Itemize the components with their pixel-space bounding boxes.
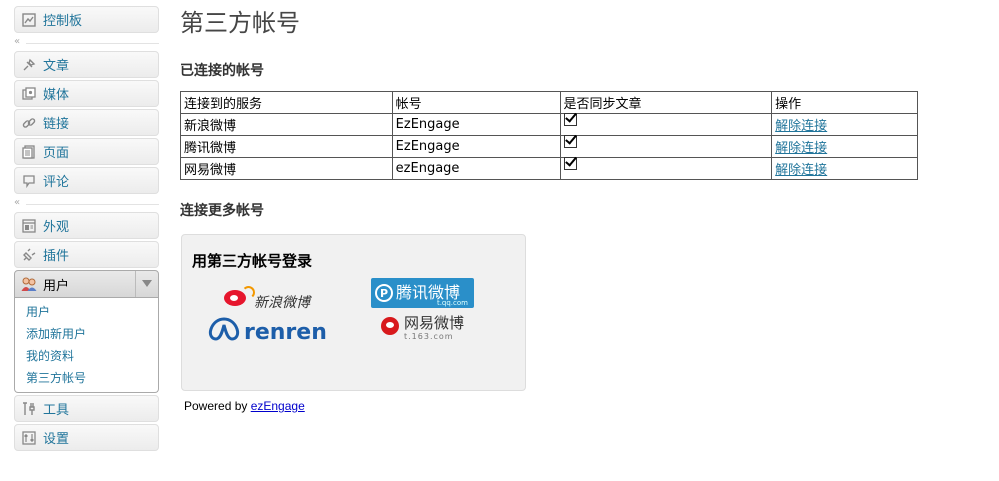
triangle-down-icon	[142, 280, 152, 287]
column-header: 操作	[771, 91, 918, 114]
link-icon	[21, 115, 37, 131]
renren-icon	[206, 317, 242, 347]
sidebar-item-label: 页面	[43, 146, 70, 161]
service-cell: 新浪微博	[180, 113, 393, 136]
connected-accounts-table: 连接到的服务 帐号 是否同步文章 操作 新浪微博 EzEngage 解除连接 腾…	[180, 91, 918, 180]
sidebar-item-pages[interactable]: 页面	[14, 138, 159, 165]
disconnect-link[interactable]: 解除连接	[775, 119, 827, 134]
sidebar-item-label: 设置	[43, 432, 70, 447]
appearance-icon	[21, 218, 37, 234]
pin-icon	[21, 57, 37, 73]
sidebar-item-posts[interactable]: 文章	[14, 51, 159, 78]
sidebar-item-appearance[interactable]: 外观	[14, 212, 159, 239]
account-cell: EzEngage	[391, 113, 561, 136]
renren-login-button[interactable]: renren	[206, 317, 327, 347]
sidebar-item-label: 控制板	[43, 14, 83, 29]
admin-sidebar: 控制板 « 文章 媒体 链接 页面 评论 « 外观 插件 用户 用户 添加新用户…	[14, 6, 159, 453]
connect-more-heading: 连接更多帐号	[180, 203, 264, 219]
login-panel: 用第三方帐号登录 新浪微博 P 腾讯微博 t.qq.com renren 网易微…	[181, 234, 526, 391]
tencent-weibo-icon: P	[375, 284, 393, 302]
sync-cell	[559, 135, 773, 158]
powered-by: Powered by ezEngage	[184, 399, 305, 413]
sidebar-item-label: 工具	[43, 403, 70, 418]
action-cell: 解除连接	[771, 135, 918, 158]
sidebar-item-dashboard[interactable]: 控制板	[14, 6, 159, 33]
tencent-weibo-login-button[interactable]: P 腾讯微博 t.qq.com	[371, 278, 474, 308]
netease-weibo-login-button[interactable]: 网易微博 t.163.com	[379, 315, 464, 341]
sync-checkbox[interactable]	[563, 157, 577, 170]
service-cell: 网易微博	[180, 157, 393, 180]
netease-weibo-label: 网易微博	[404, 314, 465, 332]
sync-checkbox[interactable]	[563, 113, 577, 126]
tencent-weibo-domain: t.qq.com	[436, 299, 468, 307]
sidebar-item-label: 用户	[43, 278, 70, 294]
comment-icon	[21, 173, 37, 189]
netease-weibo-domain: t.163.com	[404, 332, 454, 341]
submenu-item-third-party-accounts[interactable]: 第三方帐号	[15, 367, 158, 389]
third-party-login-widget: 用第三方帐号登录 新浪微博 P 腾讯微博 t.qq.com renren 网易微…	[180, 233, 529, 423]
netease-weibo-icon	[379, 315, 401, 341]
sidebar-item-label: 外观	[43, 220, 70, 235]
sync-cell	[559, 113, 773, 136]
table-row: 腾讯微博 EzEngage 解除连接	[180, 135, 918, 158]
main-content: 第三方帐号 已连接的帐号 连接到的服务 帐号 是否同步文章 操作 新浪微博 Ez…	[180, 0, 980, 423]
sidebar-item-plugins[interactable]: 插件	[14, 241, 159, 268]
connected-accounts-heading: 已连接的帐号	[180, 63, 264, 79]
sina-weibo-icon	[224, 286, 255, 308]
submenu-item-add-user[interactable]: 添加新用户	[15, 323, 158, 345]
tools-icon	[21, 401, 37, 417]
action-cell: 解除连接	[771, 113, 918, 136]
sina-weibo-label: 新浪微博	[254, 295, 310, 311]
dashboard-icon	[21, 12, 37, 28]
collapse-arrow-icon[interactable]: «	[14, 197, 20, 209]
column-header: 是否同步文章	[559, 91, 773, 114]
page-title: 第三方帐号	[180, 9, 300, 37]
plugin-icon	[21, 247, 37, 263]
account-cell: ezEngage	[391, 157, 561, 180]
sidebar-item-links[interactable]: 链接	[14, 109, 159, 136]
renren-label: renren	[244, 319, 327, 345]
account-cell: EzEngage	[391, 135, 561, 158]
disconnect-link[interactable]: 解除连接	[775, 163, 827, 178]
sidebar-item-label: 文章	[43, 59, 70, 74]
sidebar-item-label: 媒体	[43, 88, 70, 103]
action-cell: 解除连接	[771, 157, 918, 180]
sidebar-item-label: 评论	[43, 175, 70, 190]
sync-checkbox[interactable]	[563, 135, 577, 148]
table-header-row: 连接到的服务 帐号 是否同步文章 操作	[180, 91, 918, 114]
sina-weibo-login-button[interactable]: 新浪微博	[224, 282, 310, 312]
table-row: 网易微博 ezEngage 解除连接	[180, 157, 918, 180]
disconnect-link[interactable]: 解除连接	[775, 141, 827, 156]
menu-separator: «	[14, 196, 159, 210]
sidebar-item-comments[interactable]: 评论	[14, 167, 159, 194]
sidebar-item-label: 链接	[43, 117, 70, 132]
media-icon	[21, 86, 37, 102]
submenu-item-profile[interactable]: 我的资料	[15, 345, 158, 367]
sync-cell	[559, 157, 773, 180]
submenu-toggle[interactable]	[135, 271, 158, 297]
login-panel-title: 用第三方帐号登录	[192, 252, 313, 270]
ezengage-link[interactable]: ezEngage	[251, 399, 305, 413]
users-icon	[21, 276, 37, 292]
pages-icon	[21, 144, 37, 160]
sidebar-item-users[interactable]: 用户	[14, 270, 159, 298]
settings-icon	[21, 430, 37, 446]
sidebar-item-tools[interactable]: 工具	[14, 395, 159, 422]
collapse-arrow-icon[interactable]: «	[14, 36, 20, 48]
sidebar-item-media[interactable]: 媒体	[14, 80, 159, 107]
sidebar-item-label: 插件	[43, 249, 70, 264]
submenu-item-users[interactable]: 用户	[15, 301, 158, 323]
powered-by-text: Powered by	[184, 399, 251, 413]
column-header: 连接到的服务	[180, 91, 393, 114]
column-header: 帐号	[391, 91, 561, 114]
service-cell: 腾讯微博	[180, 135, 393, 158]
users-submenu: 用户 添加新用户 我的资料 第三方帐号	[14, 298, 159, 393]
table-row: 新浪微博 EzEngage 解除连接	[180, 113, 918, 136]
sidebar-item-settings[interactable]: 设置	[14, 424, 159, 451]
menu-separator: «	[14, 35, 159, 49]
